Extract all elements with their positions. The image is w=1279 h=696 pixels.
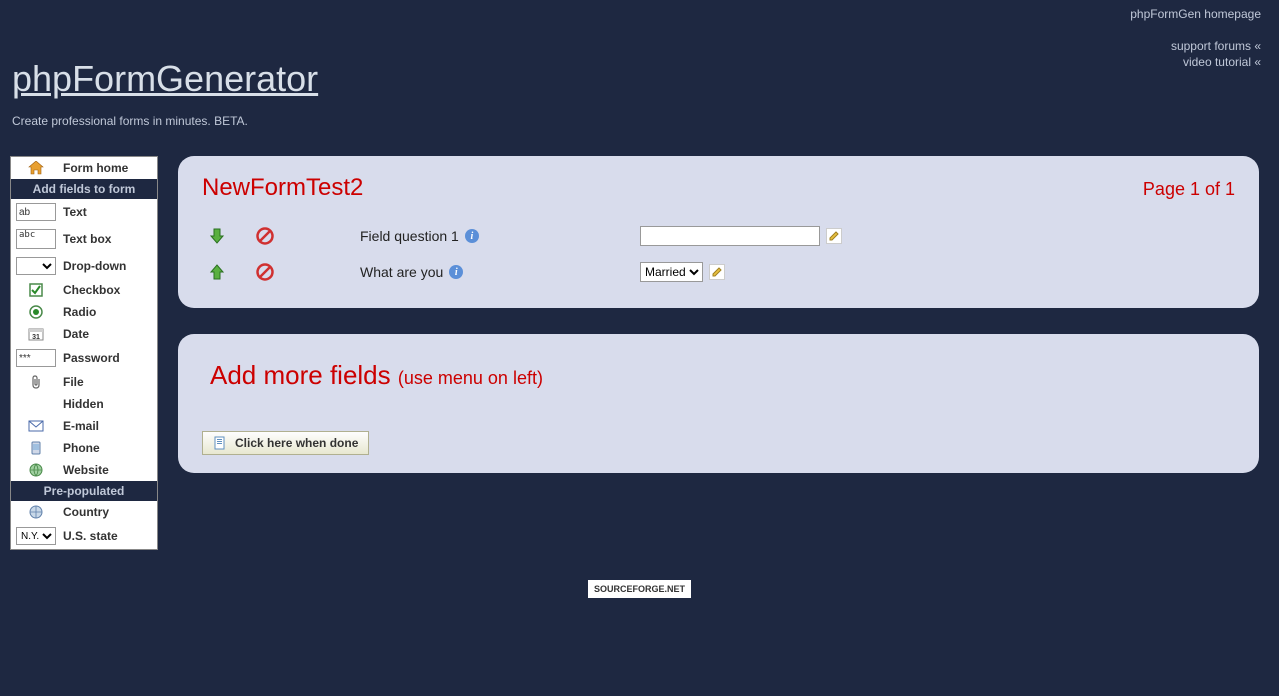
sidebar-item-phone[interactable]: Phone — [11, 437, 157, 459]
phone-icon — [15, 441, 57, 455]
done-button-label: Click here when done — [235, 436, 358, 450]
tagline: Create professional forms in minutes. BE… — [0, 100, 1279, 128]
envelope-icon — [15, 420, 57, 432]
sidebar-textbox-label: Text box — [63, 232, 153, 246]
sidebar-item-textbox[interactable]: abc Text box — [11, 225, 157, 253]
checkbox-icon — [15, 283, 57, 297]
globe-icon — [15, 463, 57, 477]
sidebar-item-radio[interactable]: Radio — [11, 301, 157, 323]
sidebar-form-home-label: Form home — [63, 161, 153, 175]
sidebar-password-label: Password — [63, 351, 153, 365]
add-more-subtitle: (use menu on left) — [398, 368, 543, 388]
sidebar-item-date[interactable]: 31 Date — [11, 323, 157, 345]
info-icon[interactable]: i — [465, 229, 479, 243]
dropdown-icon — [15, 257, 57, 275]
sidebar-prepop-header: Pre-populated — [11, 481, 157, 501]
calendar-icon: 31 — [15, 327, 57, 341]
sidebar-hidden-label: Hidden — [63, 397, 153, 411]
textarea-icon: abc — [15, 229, 57, 249]
document-icon — [213, 436, 227, 450]
paperclip-icon — [15, 375, 57, 389]
field-1-input[interactable] — [640, 226, 820, 246]
edit-icon[interactable] — [709, 264, 725, 280]
password-icon — [15, 349, 57, 367]
homepage-link[interactable]: phpFormGen homepage — [0, 6, 1261, 22]
sidebar-add-fields-header: Add fields to form — [11, 179, 157, 199]
add-more-panel: Add more fields (use menu on left) Click… — [178, 334, 1259, 473]
sidebar-checkbox-label: Checkbox — [63, 283, 153, 297]
sidebar-email-label: E-mail — [63, 419, 153, 433]
field-1-label: Field question 1 — [360, 228, 459, 244]
state-select-icon: N.Y. — [15, 527, 57, 545]
sidebar: Form home Add fields to form Text abc Te… — [10, 156, 158, 550]
sidebar-form-home[interactable]: Form home — [11, 157, 157, 179]
sidebar-item-hidden[interactable]: Hidden — [11, 393, 157, 415]
svg-text:31: 31 — [32, 334, 40, 341]
field-row-2: What are you i Married — [202, 254, 1235, 290]
sidebar-file-label: File — [63, 375, 153, 389]
sidebar-phone-label: Phone — [63, 441, 153, 455]
form-title: NewFormTest2 — [202, 174, 363, 202]
move-down-icon[interactable] — [208, 227, 226, 245]
info-icon[interactable]: i — [449, 265, 463, 279]
sidebar-item-website[interactable]: Website — [11, 459, 157, 481]
home-icon — [15, 161, 57, 175]
sidebar-item-password[interactable]: Password — [11, 345, 157, 371]
sidebar-item-text[interactable]: Text — [11, 199, 157, 225]
sidebar-radio-label: Radio — [63, 305, 153, 319]
field-2-label: What are you — [360, 264, 443, 280]
sidebar-item-country[interactable]: Country — [11, 501, 157, 523]
sidebar-date-label: Date — [63, 327, 153, 341]
sidebar-item-email[interactable]: E-mail — [11, 415, 157, 437]
sourceforge-badge[interactable]: SOURCEFORGE.NET — [588, 580, 691, 598]
sidebar-dropdown-label: Drop-down — [63, 259, 153, 273]
sidebar-item-file[interactable]: File — [11, 371, 157, 393]
text-input-icon — [15, 203, 57, 221]
done-button[interactable]: Click here when done — [202, 431, 369, 455]
sidebar-item-dropdown[interactable]: Drop-down — [11, 253, 157, 279]
delete-icon[interactable] — [256, 263, 274, 281]
page-title: phpFormGenerator — [12, 58, 1279, 100]
page-indicator: Page 1 of 1 — [1143, 179, 1235, 200]
sidebar-text-label: Text — [63, 205, 153, 219]
delete-icon[interactable] — [256, 227, 274, 245]
form-preview-panel: NewFormTest2 Page 1 of 1 Field question … — [178, 156, 1259, 308]
globe-icon — [15, 505, 57, 519]
sidebar-item-checkbox[interactable]: Checkbox — [11, 279, 157, 301]
sidebar-item-usstate[interactable]: N.Y. U.S. state — [11, 523, 157, 549]
radio-icon — [15, 305, 57, 319]
field-2-select[interactable]: Married — [640, 262, 703, 282]
field-row-1: Field question 1 i — [202, 218, 1235, 254]
support-forums-link[interactable]: support forums « — [0, 38, 1261, 54]
sidebar-usstate-label: U.S. state — [63, 529, 153, 543]
add-more-title: Add more fields — [210, 360, 398, 390]
sidebar-website-label: Website — [63, 463, 153, 477]
move-up-icon[interactable] — [208, 263, 226, 281]
sidebar-country-label: Country — [63, 505, 153, 519]
edit-icon[interactable] — [826, 228, 842, 244]
